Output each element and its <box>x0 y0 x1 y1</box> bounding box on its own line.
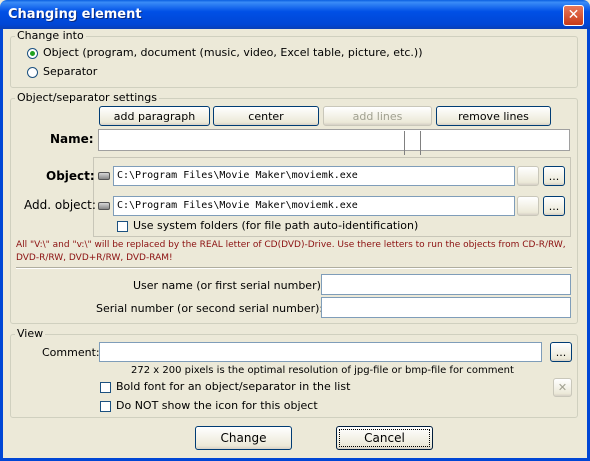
name-input[interactable] <box>98 129 570 151</box>
add-object-browse-button[interactable]: ... <box>543 196 565 216</box>
bold-font-label[interactable]: Bold font for an object/separator in the… <box>116 380 350 393</box>
use-system-folders-label[interactable]: Use system folders (for file path auto-i… <box>133 219 418 232</box>
use-system-folders-checkbox[interactable] <box>117 221 128 232</box>
name-splitter-right <box>420 131 421 155</box>
add-object-cd-button[interactable] <box>517 196 539 216</box>
divider <box>16 267 572 269</box>
object-browse-button[interactable]: ... <box>543 166 565 186</box>
cd-drive-note-line2: DVD-R/RW, DVD+R/RW, DVD-RAM! <box>16 253 173 263</box>
center-button[interactable]: center <box>213 106 319 126</box>
close-button[interactable]: ✕ <box>563 5 584 26</box>
settings-legend: Object/separator settings <box>15 91 159 104</box>
radio-separator[interactable] <box>27 67 38 78</box>
bold-font-checkbox[interactable] <box>100 382 111 393</box>
serial-input[interactable] <box>321 297 571 318</box>
cancel-button[interactable]: Cancel <box>336 426 433 450</box>
change-into-group <box>10 36 578 88</box>
comment-hint: 272 x 200 pixels is the optimal resoluti… <box>131 365 514 376</box>
name-label: Name: <box>50 132 94 146</box>
clear-icon-button[interactable]: ✕ <box>553 378 572 397</box>
remove-lines-button[interactable]: remove lines <box>436 106 551 126</box>
object-label: Object: <box>46 169 95 183</box>
add-object-label: Add. object: <box>24 198 96 212</box>
drive-icon <box>98 172 110 180</box>
window-title: Changing element <box>8 7 142 22</box>
add-object-path-input[interactable]: C:\Program Files\Movie Maker\moviemk.exe <box>113 196 515 216</box>
window-border-left <box>0 29 3 461</box>
hide-icon-label[interactable]: Do NOT show the icon for this object <box>116 399 318 412</box>
user-name-input[interactable] <box>321 274 571 295</box>
drive-icon <box>98 202 110 210</box>
add-lines-button[interactable]: add lines <box>323 106 432 126</box>
comment-input[interactable] <box>99 342 542 362</box>
hide-icon-checkbox[interactable] <box>100 401 111 412</box>
object-path-input[interactable]: C:\Program Files\Movie Maker\moviemk.exe <box>113 166 515 186</box>
radio-separator-label[interactable]: Separator <box>43 65 97 78</box>
user-name-label: User name (or first serial number): <box>133 279 325 292</box>
view-legend: View <box>15 327 46 340</box>
cd-drive-note-line1: All "V:\" and "v:\" will be replaced by … <box>16 240 566 250</box>
add-paragraph-button[interactable]: add paragraph <box>99 106 210 126</box>
radio-object[interactable] <box>27 48 38 59</box>
comment-label: Comment: <box>42 346 100 359</box>
object-cd-button[interactable] <box>517 166 539 186</box>
radio-object-label[interactable]: Object (program, document (music, video,… <box>43 46 423 59</box>
name-splitter[interactable] <box>404 131 405 155</box>
comment-browse-button[interactable]: ... <box>550 342 572 362</box>
change-into-legend: Change into <box>15 29 86 42</box>
serial-label: Serial number (or second serial number): <box>96 302 324 315</box>
change-button[interactable]: Change <box>195 426 292 450</box>
